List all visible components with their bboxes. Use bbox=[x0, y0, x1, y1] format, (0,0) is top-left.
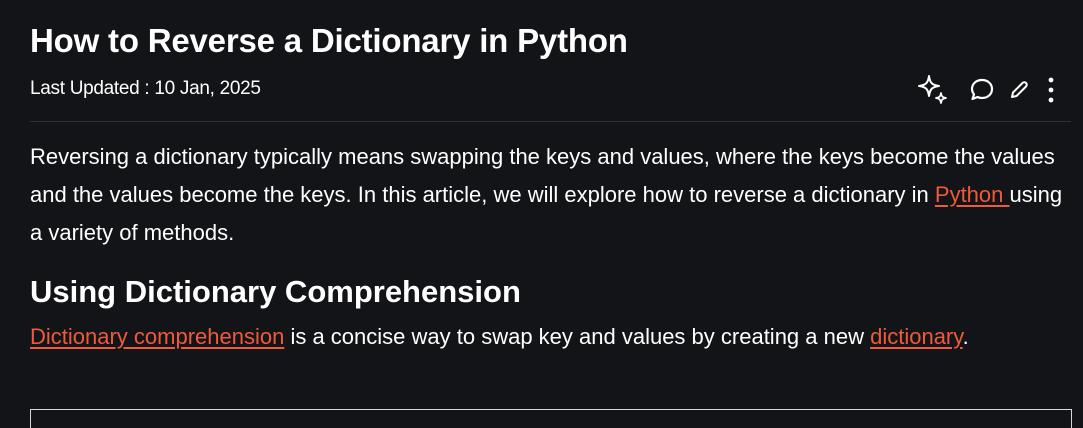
comment-button[interactable] bbox=[967, 75, 997, 105]
article-page: How to Reverse a Dictionary in Python La… bbox=[0, 0, 1083, 428]
more-vertical-icon bbox=[1048, 77, 1054, 103]
ai-sparkle-icon bbox=[918, 75, 947, 104]
code-block[interactable] bbox=[30, 409, 1072, 428]
python-link[interactable]: Python bbox=[935, 182, 1010, 207]
ai-sparkle-button[interactable] bbox=[913, 70, 953, 110]
comment-icon bbox=[970, 78, 994, 101]
dictionary-comprehension-link[interactable]: Dictionary comprehension bbox=[30, 324, 284, 349]
last-updated: Last Updated : 10 Jan, 2025 bbox=[30, 78, 261, 99]
header-divider bbox=[30, 121, 1071, 122]
dictionary-link[interactable]: dictionary bbox=[870, 324, 963, 349]
article-toolbar bbox=[913, 72, 1057, 108]
section-paragraph: Dictionary comprehension is a concise wa… bbox=[30, 318, 1075, 356]
intro-text-start: Reversing a dictionary typically means s… bbox=[30, 144, 1055, 207]
edit-pencil-icon bbox=[1011, 81, 1028, 98]
section-text-middle: is a concise way to swap key and values … bbox=[284, 324, 871, 349]
section-heading: Using Dictionary Comprehension bbox=[30, 274, 521, 309]
page-title: How to Reverse a Dictionary in Python bbox=[30, 22, 628, 59]
section-text-end: . bbox=[962, 324, 969, 349]
edit-button[interactable] bbox=[1007, 75, 1031, 105]
more-options-button[interactable] bbox=[1045, 75, 1057, 105]
intro-paragraph: Reversing a dictionary typically means s… bbox=[30, 138, 1075, 252]
